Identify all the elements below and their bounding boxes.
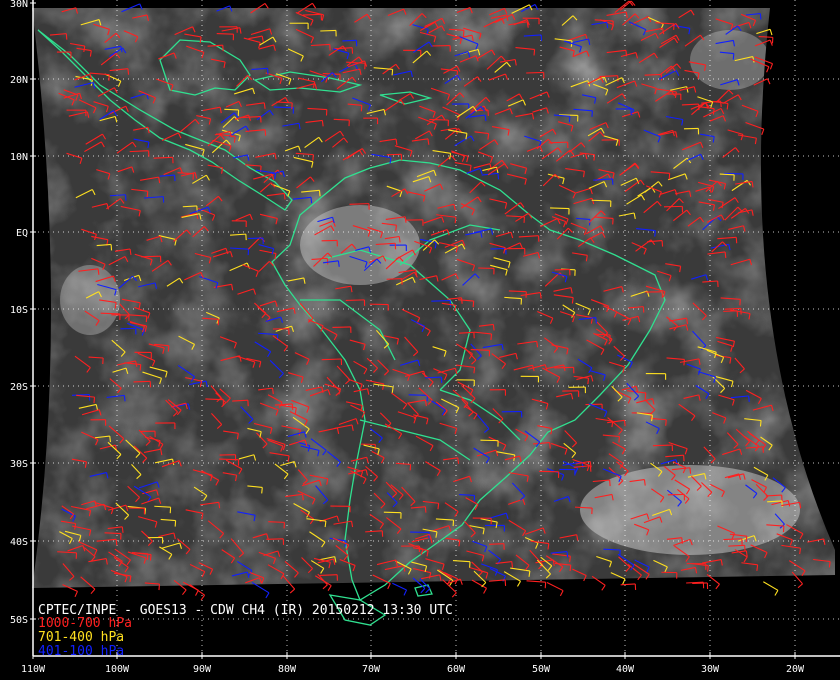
legend-high-level: 401-100 hPa (38, 644, 125, 659)
lon-label: 110W (21, 664, 46, 675)
lat-label: 30N (10, 0, 28, 10)
lon-label: 70W (362, 664, 381, 675)
wind-barb (526, 580, 547, 589)
lon-label: 80W (278, 664, 297, 675)
lat-label: 40S (10, 537, 28, 548)
lat-label: 10S (10, 305, 28, 316)
wind-barb (546, 581, 564, 597)
lat-label: EQ (16, 228, 28, 239)
legend-mid-level: 701-400 hPa (38, 630, 125, 645)
lat-label: 50S (10, 615, 28, 626)
lon-label: 100W (105, 664, 130, 675)
lon-label: 30W (701, 664, 720, 675)
lon-label: 60W (447, 664, 466, 675)
lat-label: 10N (10, 152, 28, 163)
map-canvas: 30N 20N 10N EQ 10S 20S 30S 40S 50S 110W 100W 90W 80W… (10, 0, 840, 675)
wind-barb (442, 579, 457, 598)
wind-barb (692, 582, 709, 589)
cloud-pacific (60, 265, 120, 335)
legend-low-level: 1000-700 hPa (38, 616, 132, 631)
satellite-wind-map: 30N 20N 10N EQ 10S 20S 30S 40S 50S 110W 100W 90W 80W… (0, 0, 840, 680)
lon-label: 50W (532, 664, 551, 675)
lon-label: 90W (193, 664, 212, 675)
lon-label: 20W (786, 664, 805, 675)
cloud-north-atlantic (690, 30, 770, 90)
wind-barb (763, 581, 779, 596)
lon-label: 40W (616, 664, 635, 675)
lat-label: 30S (10, 459, 28, 470)
wind-barb (251, 582, 270, 599)
wind-barb (471, 579, 488, 594)
wind-barb (392, 582, 408, 596)
wind-barb (620, 583, 637, 590)
lat-label: 20N (10, 75, 28, 86)
lat-label: 20S (10, 382, 28, 393)
